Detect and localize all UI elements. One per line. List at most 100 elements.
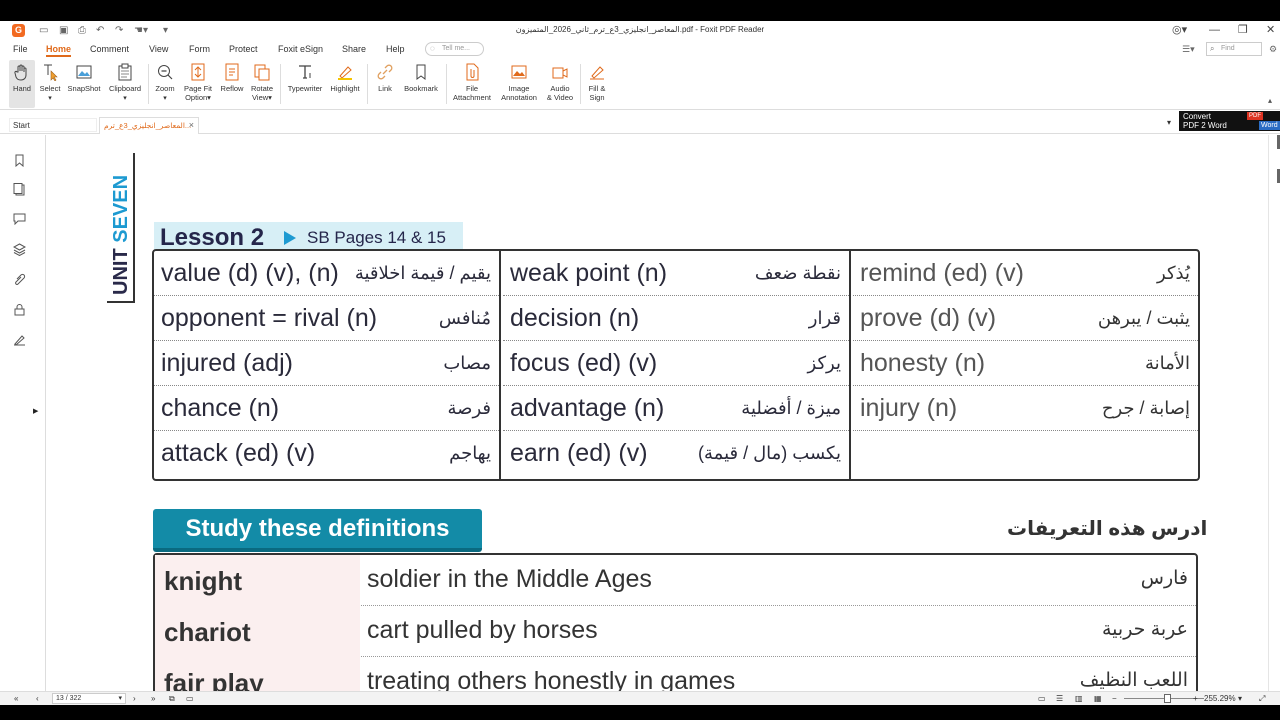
minimize-button[interactable]: — bbox=[1209, 23, 1220, 37]
unit-number-word: SEVEN bbox=[110, 174, 132, 243]
find-settings-icon[interactable]: ⚙ bbox=[1269, 44, 1277, 55]
document-tab-label: المعاصر_انجليزي_3ع_ترم... bbox=[104, 121, 192, 130]
vocab-row: injury (n) إصابة / جرح bbox=[853, 386, 1198, 431]
ribbon-separator bbox=[280, 64, 281, 104]
facing-view-icon[interactable]: ▥ bbox=[1075, 694, 1083, 704]
reflow-button[interactable]: Reflow bbox=[218, 60, 246, 108]
definition-text: treating others honestly in games bbox=[367, 667, 736, 691]
vocab-row: remind (ed) (v) يُذكر bbox=[853, 251, 1198, 296]
tab-view[interactable]: View bbox=[149, 44, 168, 54]
comments-panel-icon[interactable] bbox=[13, 212, 26, 225]
expand-panel-arrow-icon[interactable]: ▶ bbox=[33, 407, 38, 415]
zoom-dropdown-icon[interactable]: ▾ bbox=[1238, 694, 1242, 704]
close-tab-icon[interactable]: × bbox=[189, 118, 194, 133]
tab-list-dropdown-icon[interactable]: ▾ bbox=[1167, 118, 1171, 127]
tell-me-input[interactable]: ◌ Tell me... bbox=[425, 42, 484, 56]
bookmarks-panel-icon[interactable] bbox=[13, 154, 26, 167]
vocab-arabic: الأمانة bbox=[1144, 353, 1190, 373]
zoom-out-icon[interactable]: − bbox=[1112, 694, 1117, 704]
continuous-facing-icon[interactable]: ▦ bbox=[1094, 694, 1102, 704]
clipboard-icon bbox=[118, 63, 132, 81]
clipboard-button[interactable]: Clipboard ▾ bbox=[106, 60, 144, 108]
file-attachment-button[interactable]: File Attachment bbox=[450, 60, 494, 108]
lesson-pages: SB Pages 14 & 15 bbox=[307, 228, 446, 247]
rotate-view-button[interactable]: Rotate View▾ bbox=[248, 60, 276, 108]
zoom-in-icon[interactable]: + bbox=[1193, 694, 1198, 704]
zoom-level[interactable]: 255.29% bbox=[1204, 694, 1236, 704]
typewriter-button[interactable]: Typewriter bbox=[285, 60, 325, 108]
vocab-english: earn (ed) (v) bbox=[510, 439, 648, 467]
find-input[interactable]: ⌕ Find bbox=[1206, 42, 1262, 56]
tab-foxit-esign[interactable]: Foxit eSign bbox=[278, 44, 323, 54]
definition-arabic: فارس bbox=[1140, 568, 1188, 589]
vocab-row: weak point (n) نقطة ضعف bbox=[503, 251, 849, 296]
pages-panel-icon[interactable] bbox=[13, 183, 26, 196]
bookmark-button[interactable]: Bookmark bbox=[401, 60, 441, 108]
link-button[interactable]: Link bbox=[372, 60, 398, 108]
snapshot-button[interactable]: SnapShot bbox=[65, 60, 103, 108]
highlight-button[interactable]: Highlight bbox=[327, 60, 363, 108]
zoom-label: Zoom bbox=[155, 84, 175, 93]
zoom-button[interactable]: Zoom ▾ bbox=[152, 60, 178, 108]
image-annotation-button[interactable]: Image Annotation bbox=[497, 60, 541, 108]
zoom-slider-handle[interactable] bbox=[1164, 694, 1171, 703]
typewriter-icon bbox=[299, 65, 311, 79]
typewriter-label: Typewriter bbox=[287, 84, 323, 93]
vocab-row: earn (ed) (v) يكسب (مال / قيمة) bbox=[503, 431, 849, 476]
tab-home[interactable]: Home bbox=[46, 44, 72, 57]
fullscreen-icon[interactable]: ⤢ bbox=[1259, 694, 1265, 704]
tab-comment[interactable]: Comment bbox=[90, 44, 129, 54]
find-placeholder: Find bbox=[1221, 45, 1235, 52]
page-number-input[interactable]: 13 / 322 ▾ bbox=[52, 693, 126, 704]
view-mode-icon[interactable]: ⧉ bbox=[169, 694, 175, 704]
signature-panel-icon[interactable] bbox=[13, 333, 26, 346]
previous-page-icon[interactable]: ‹ bbox=[36, 694, 39, 704]
rotate-label-1: Rotate bbox=[250, 84, 274, 93]
tab-file[interactable]: File bbox=[13, 44, 28, 54]
vocab-row: value (d) (v), (n) يقيم / قيمة اخلاقية bbox=[154, 251, 499, 296]
close-button[interactable]: ✕ bbox=[1266, 23, 1275, 37]
rotate-icon bbox=[254, 64, 270, 81]
tab-form[interactable]: Form bbox=[189, 44, 210, 54]
pdf-page-view[interactable]: UNIT SEVEN Lesson 2 SB Pages 14 & 15 val… bbox=[47, 135, 1268, 691]
fill-sign-icon bbox=[590, 66, 604, 80]
audio-video-button[interactable]: Audio & Video bbox=[543, 60, 577, 108]
highlight-icon bbox=[338, 66, 352, 80]
restore-button[interactable]: ❐ bbox=[1238, 23, 1248, 37]
vocab-arabic: يكسب (مال / قيمة) bbox=[698, 443, 841, 463]
document-tab-bar: Start المعاصر_انجليزي_3ع_ترم... × ▾ bbox=[0, 110, 1280, 134]
continuous-view-icon[interactable]: ☰ bbox=[1056, 694, 1063, 704]
fill-sign-button[interactable]: Fill & Sign bbox=[584, 60, 610, 108]
vocab-arabic: يهاجم bbox=[449, 443, 491, 463]
start-tab[interactable]: Start bbox=[9, 118, 97, 132]
study-title-arabic: ادرس هذه التعريفات bbox=[1007, 518, 1208, 540]
select-tool-button[interactable]: Select ▾ bbox=[37, 60, 63, 108]
convert-pdf-to-word-ad[interactable]: Convert PDF 2 Word PDF Word bbox=[1179, 111, 1280, 131]
last-page-icon[interactable]: » bbox=[151, 694, 155, 704]
account-icon[interactable]: ◎▾ bbox=[1172, 23, 1187, 37]
vertical-scrollbar[interactable] bbox=[1268, 135, 1280, 691]
ribbon-separator bbox=[148, 64, 149, 104]
collapse-ribbon-icon[interactable]: ▴ bbox=[1268, 96, 1272, 105]
vocab-english: decision (n) bbox=[510, 304, 640, 332]
attachments-panel-icon[interactable] bbox=[13, 273, 26, 286]
next-page-icon[interactable]: › bbox=[133, 694, 136, 704]
page-fit-option-button[interactable]: Page Fit Option▾ bbox=[181, 60, 215, 108]
tab-protect[interactable]: Protect bbox=[229, 44, 258, 54]
document-tab[interactable]: المعاصر_انجليزي_3ع_ترم... × bbox=[99, 117, 199, 134]
fill-sign-label-2: Sign bbox=[589, 93, 605, 102]
tab-help[interactable]: Help bbox=[386, 44, 405, 54]
single-page-view-icon[interactable]: ▭ bbox=[1038, 694, 1046, 704]
tab-share[interactable]: Share bbox=[342, 44, 366, 54]
first-page-icon[interactable]: « bbox=[14, 694, 18, 704]
page-thumbnail-icon[interactable]: ▭ bbox=[186, 694, 194, 704]
hand-tool-button[interactable]: Hand bbox=[9, 60, 35, 108]
security-panel-icon[interactable] bbox=[13, 303, 26, 316]
find-options-icon[interactable]: ☰▾ bbox=[1182, 44, 1195, 55]
file-attachment-icon bbox=[466, 63, 479, 81]
layers-panel-icon[interactable] bbox=[13, 243, 26, 256]
file-attachment-label-1: File bbox=[465, 84, 479, 93]
vocab-row: injured (adj) مصاب bbox=[154, 341, 499, 386]
vocab-arabic: يُذكر bbox=[1157, 263, 1190, 283]
convert-line-2: PDF 2 Word bbox=[1183, 121, 1227, 130]
